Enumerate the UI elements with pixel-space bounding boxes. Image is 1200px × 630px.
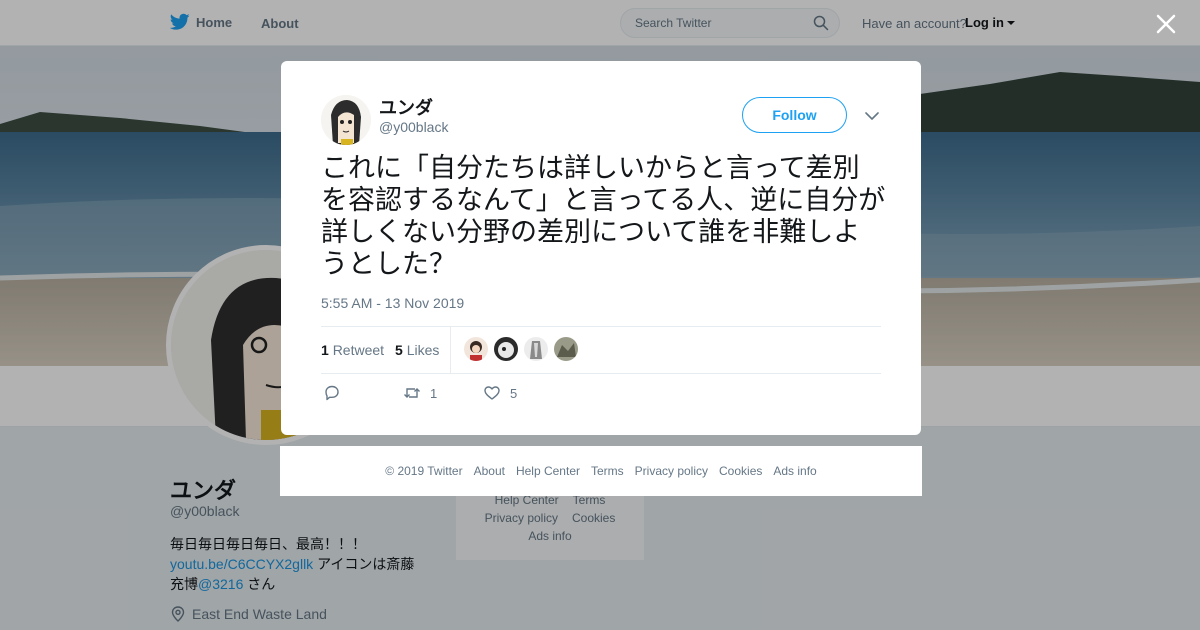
footer-link-terms[interactable]: Terms xyxy=(591,464,624,478)
reply-icon xyxy=(325,385,339,401)
reply-action[interactable] xyxy=(323,384,341,402)
follow-button[interactable]: Follow xyxy=(742,97,847,133)
likes-count: 5 xyxy=(395,342,403,358)
retweet-action-count: 1 xyxy=(430,385,438,401)
modal-footer: © 2019 Twitter About Help Center Terms P… xyxy=(280,446,922,496)
tweet-stats: 1 Retweet 5 Likes xyxy=(321,326,881,374)
retweet-action[interactable]: 1 xyxy=(403,384,437,402)
liker-avatar[interactable] xyxy=(554,337,578,361)
tweet-author-handle[interactable]: @y00black xyxy=(379,119,448,135)
avatar-drawing xyxy=(321,95,371,145)
heart-icon xyxy=(484,386,500,400)
tweet-actions: 1 5 xyxy=(321,384,881,408)
liker-avatar[interactable] xyxy=(494,337,518,361)
footer-link-about[interactable]: About xyxy=(474,464,505,478)
stats-divider xyxy=(450,327,451,373)
likes-stat[interactable]: 5 Likes xyxy=(395,342,439,358)
footer-link-cookies[interactable]: Cookies xyxy=(719,464,762,478)
retweet-count: 1 xyxy=(321,342,329,358)
tweet-author-name[interactable]: ユンダ xyxy=(379,94,433,120)
like-action[interactable]: 5 xyxy=(483,384,517,402)
footer-link-privacy[interactable]: Privacy policy xyxy=(635,464,708,478)
footer-copyright: © 2019 Twitter xyxy=(385,464,463,478)
footer-link-ads-info[interactable]: Ads info xyxy=(773,464,816,478)
like-action-count: 5 xyxy=(510,385,518,401)
liker-avatar[interactable] xyxy=(464,337,488,361)
liker-avatars xyxy=(464,337,578,361)
liker-avatar[interactable] xyxy=(524,337,548,361)
likes-stat-label: Likes xyxy=(406,342,440,358)
chevron-down-icon[interactable] xyxy=(865,111,879,121)
tweet-author-avatar[interactable] xyxy=(321,95,371,145)
tweet-modal: ユンダ @y00black Follow これに「自分たちは詳しいからと言って差… xyxy=(281,61,921,435)
footer-link-help-center[interactable]: Help Center xyxy=(516,464,580,478)
retweet-stat[interactable]: 1 Retweet xyxy=(321,342,384,358)
close-icon[interactable] xyxy=(1155,13,1177,35)
retweet-icon xyxy=(404,388,420,398)
retweet-stat-label: Retweet xyxy=(332,342,385,358)
tweet-text: これに「自分たちは詳しいからと言って差別を容認するなんて」と言ってる人、逆に自分… xyxy=(321,153,886,280)
tweet-timestamp[interactable]: 5:55 AM - 13 Nov 2019 xyxy=(321,295,464,311)
